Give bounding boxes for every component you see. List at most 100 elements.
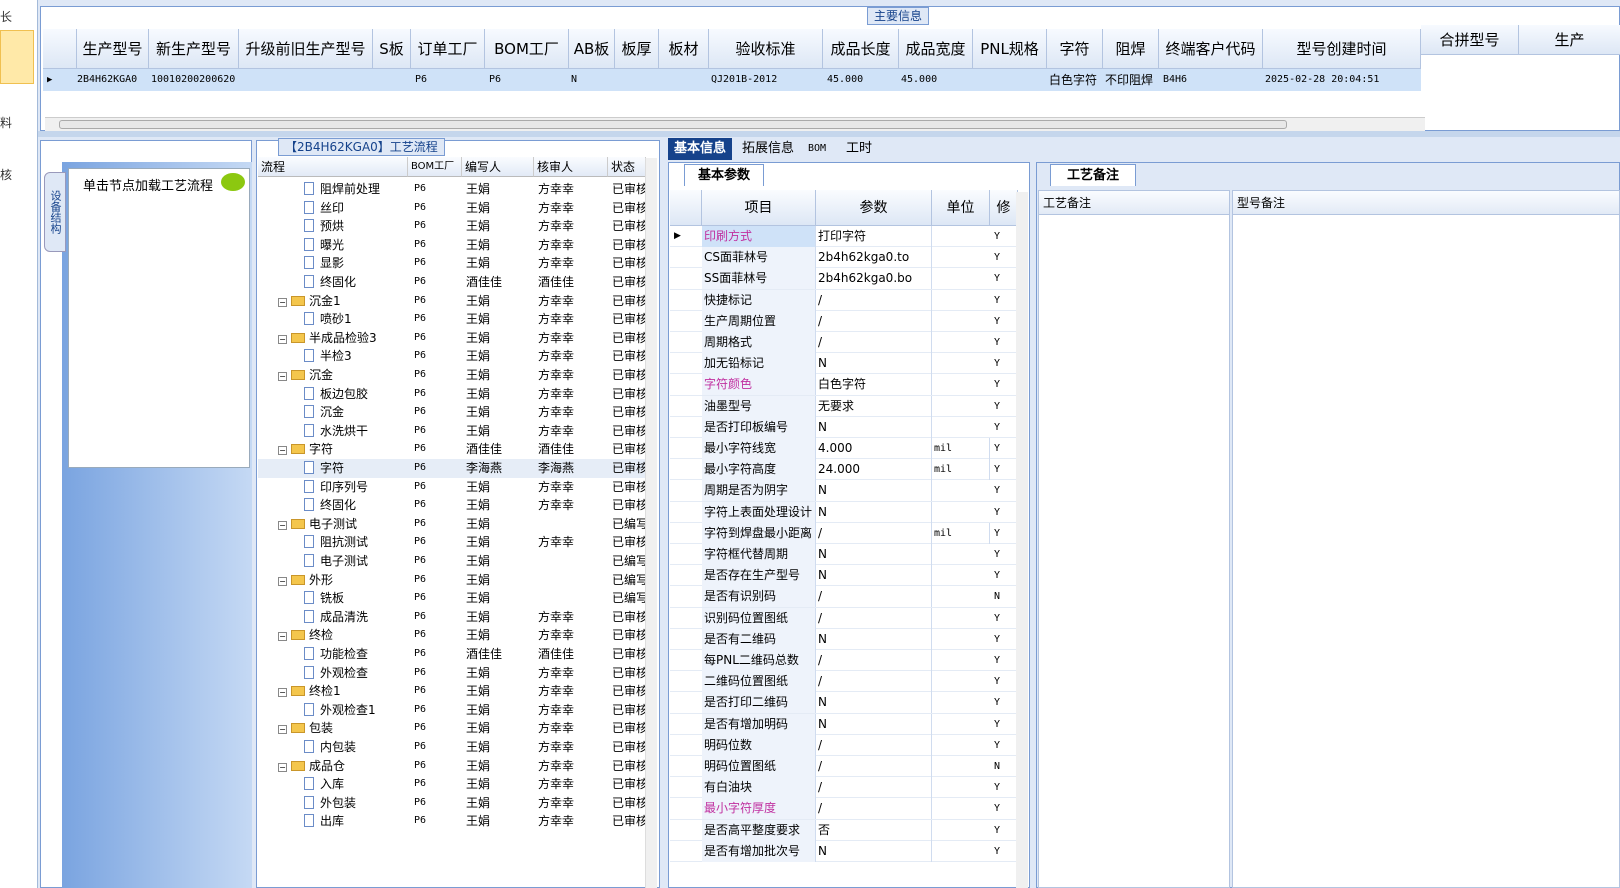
tree-node[interactable]: 外观检查1 (304, 701, 376, 720)
param-row[interactable]: 有白油块 / Y (670, 777, 1018, 799)
tree-row[interactable]: 内包装 P6 王娟 方幸幸 已审核 (258, 738, 654, 757)
collapse-icon[interactable]: − (278, 334, 287, 344)
col-header[interactable]: 新生产型号 (149, 29, 239, 69)
tree-row[interactable]: − 成品仓 P6 王娟 方幸幸 已审核 (258, 757, 654, 776)
param-row[interactable]: 生产周期位置 / Y (670, 310, 1018, 332)
tree-row[interactable]: 外观检查1 P6 王娟 方幸幸 已审核 (258, 701, 654, 720)
params-corner[interactable] (670, 190, 702, 226)
param-row[interactable]: 是否有增加明码 N Y (670, 713, 1018, 735)
tree-node[interactable]: 水洗烘干 (304, 422, 368, 441)
param-value[interactable]: 无要求 (816, 395, 932, 417)
tab-bom[interactable]: BOM (802, 138, 832, 160)
tree-node[interactable]: 喷砂1 (304, 310, 352, 329)
tree-node[interactable]: 铣板 (304, 589, 344, 608)
col-header[interactable]: 升级前旧生产型号 (239, 29, 373, 69)
param-value[interactable]: N (816, 713, 932, 735)
col-header[interactable]: 成品长度 (823, 29, 899, 69)
param-value[interactable]: N (816, 692, 932, 714)
tree-node[interactable]: 预烘 (304, 217, 344, 236)
param-row[interactable]: 最小字符高度 24.000 mil Y (670, 459, 1018, 481)
left-nav-item[interactable]: 核 (0, 166, 12, 183)
collapse-icon[interactable]: − (278, 762, 287, 772)
param-row[interactable]: 快捷标记 / Y (670, 289, 1018, 311)
tab-basic-info[interactable]: 基本信息 (668, 138, 733, 160)
param-row[interactable]: 是否打印二维码 N Y (670, 692, 1018, 714)
tree-row[interactable]: 外包装 P6 王娟 方幸幸 已审核 (258, 794, 654, 813)
param-value[interactable]: / (816, 310, 932, 332)
tree-row[interactable]: 板边包胶 P6 王娟 方幸幸 已审核 (258, 385, 654, 404)
param-value[interactable]: 2b4h62kga0.bo (816, 268, 932, 290)
left-nav-item[interactable]: 料 (0, 114, 12, 131)
param-value[interactable]: / (816, 650, 932, 671)
param-value[interactable]: N (816, 501, 932, 523)
param-row[interactable]: 字符框代替周期 N Y (670, 544, 1018, 566)
param-row[interactable]: 每PNL二维码总数 / Y (670, 650, 1018, 672)
tab-device-structure[interactable]: 设备结构 (44, 172, 66, 252)
tree-col-header[interactable]: 流程 (258, 157, 408, 177)
tree-node[interactable]: 半检3 (304, 347, 352, 366)
col-header[interactable]: 订单工厂 (411, 29, 485, 69)
col-header[interactable]: PNL规格 (973, 29, 1047, 69)
tree-node[interactable]: 丝印 (304, 199, 344, 218)
param-row[interactable]: SS面菲林号 2b4h62kga0.bo Y (670, 268, 1018, 290)
collapse-icon[interactable]: − (278, 688, 287, 698)
tree-node[interactable]: − 字符 (278, 440, 333, 459)
param-value[interactable]: N (816, 353, 932, 375)
col-header[interactable]: 板材 (659, 29, 709, 69)
tree-node[interactable]: − 沉金 (278, 366, 333, 385)
tree-row[interactable]: 阻焊前处理 P6 王娟 方幸幸 已审核 (258, 180, 654, 199)
tree-row[interactable]: − 终检1 P6 王娟 方幸幸 已审核 (258, 682, 654, 701)
params-col-header[interactable]: 项目 (702, 190, 816, 226)
params-col-header[interactable]: 修 (990, 190, 1018, 226)
param-row[interactable]: 是否存在生产型号 N Y (670, 565, 1018, 587)
param-row[interactable]: 是否有识别码 / N (670, 586, 1018, 608)
param-value[interactable]: 否 (816, 819, 932, 841)
param-value[interactable]: / (816, 798, 932, 820)
tree-col-header[interactable]: 状态 (608, 157, 646, 177)
col-header[interactable]: 生产 (1519, 25, 1620, 55)
tree-node[interactable]: 阻抗测试 (304, 533, 368, 552)
param-row[interactable]: 周期格式 / Y (670, 332, 1018, 354)
collapse-icon[interactable]: − (278, 297, 287, 307)
param-row[interactable]: 是否有增加批次号 N Y (670, 840, 1018, 862)
tree-row[interactable]: 铣板 P6 王娟 已编写 (258, 589, 654, 608)
params-col-header[interactable]: 参数 (816, 190, 932, 226)
param-value[interactable]: 2b4h62kga0.to (816, 247, 932, 269)
tree-node[interactable]: 沉金 (304, 403, 344, 422)
tree-node[interactable]: 阻焊前处理 (304, 180, 380, 199)
tree-row[interactable]: 沉金 P6 王娟 方幸幸 已审核 (258, 403, 654, 422)
col-header[interactable]: 成品宽度 (899, 29, 973, 69)
tree-row[interactable]: 预烘 P6 王娟 方幸幸 已审核 (258, 217, 654, 236)
param-value[interactable]: 白色字符 (816, 374, 932, 396)
tree-col-header[interactable]: 核审人 (534, 157, 608, 177)
table-row[interactable]: ▶ 2B4H62KGA0 10010200200620 P6 P6 N QJ20… (43, 69, 1421, 91)
param-value[interactable]: / (816, 734, 932, 756)
scroll-thumb[interactable] (59, 120, 1287, 129)
tree-node[interactable]: − 成品仓 (278, 757, 345, 776)
tree-row[interactable]: 电子测试 P6 王娟 已编写 (258, 552, 654, 571)
collapse-icon[interactable]: − (278, 632, 287, 642)
param-row[interactable]: 加无铅标记 N Y (670, 353, 1018, 375)
tree-row[interactable]: 成品清洗 P6 王娟 方幸幸 已审核 (258, 608, 654, 627)
param-row[interactable]: 是否打印板编号 N Y (670, 416, 1018, 438)
tree-row[interactable]: 显影 P6 王娟 方幸幸 已审核 (258, 254, 654, 273)
tree-row[interactable]: 外观检查 P6 王娟 方幸幸 已审核 (258, 664, 654, 683)
tree-node[interactable]: 字符 (304, 459, 344, 478)
tree-node[interactable]: − 电子测试 (278, 515, 357, 534)
col-header[interactable]: 合拼型号 (1421, 25, 1519, 55)
tree-node[interactable]: − 外形 (278, 571, 333, 590)
param-value[interactable]: N (816, 628, 932, 650)
col-header[interactable]: 阻焊 (1103, 29, 1159, 69)
tree-row[interactable]: 功能检查 P6 酒佳佳 酒佳佳 已审核 (258, 645, 654, 664)
tree-row[interactable]: 出库 P6 王娟 方幸幸 已审核 (258, 812, 654, 831)
tab-basic-params[interactable]: 基本参数 (684, 164, 764, 186)
grid-corner[interactable] (43, 29, 77, 69)
col-header[interactable]: 字符 (1047, 29, 1103, 69)
left-nav-selected-item[interactable] (0, 30, 34, 84)
tree-row[interactable]: 半检3 P6 王娟 方幸幸 已审核 (258, 347, 654, 366)
tree-row[interactable]: − 字符 P6 酒佳佳 酒佳佳 已审核 (258, 440, 654, 459)
tree-row[interactable]: 阻抗测试 P6 王娟 方幸幸 已审核 (258, 533, 654, 552)
tree-node[interactable]: 内包装 (304, 738, 356, 757)
col-header[interactable]: AB板 (569, 29, 615, 69)
tree-row[interactable]: 终固化 P6 王娟 方幸幸 已审核 (258, 496, 654, 515)
